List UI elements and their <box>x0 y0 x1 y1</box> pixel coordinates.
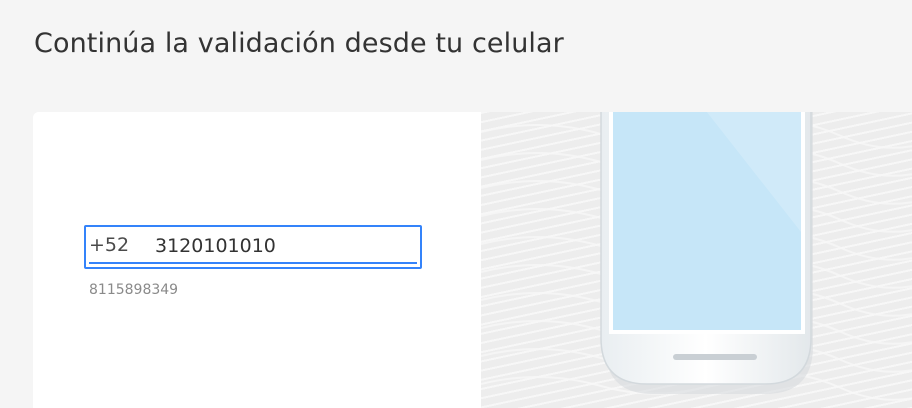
phone-number-field[interactable]: +52 <box>84 225 422 269</box>
field-focus-underline <box>89 262 417 264</box>
phone-hint-text: 8115898349 <box>89 282 179 298</box>
page-title: Continúa la validación desde tu celular <box>34 28 564 59</box>
phone-form-panel: +52 8115898349 <box>33 112 481 408</box>
smartphone-illustration-icon <box>600 112 813 394</box>
phone-number-input[interactable] <box>155 230 410 262</box>
phone-illustration-panel <box>481 112 912 408</box>
validation-card: +52 8115898349 <box>33 112 912 408</box>
country-code-prefix: +52 <box>89 234 130 256</box>
